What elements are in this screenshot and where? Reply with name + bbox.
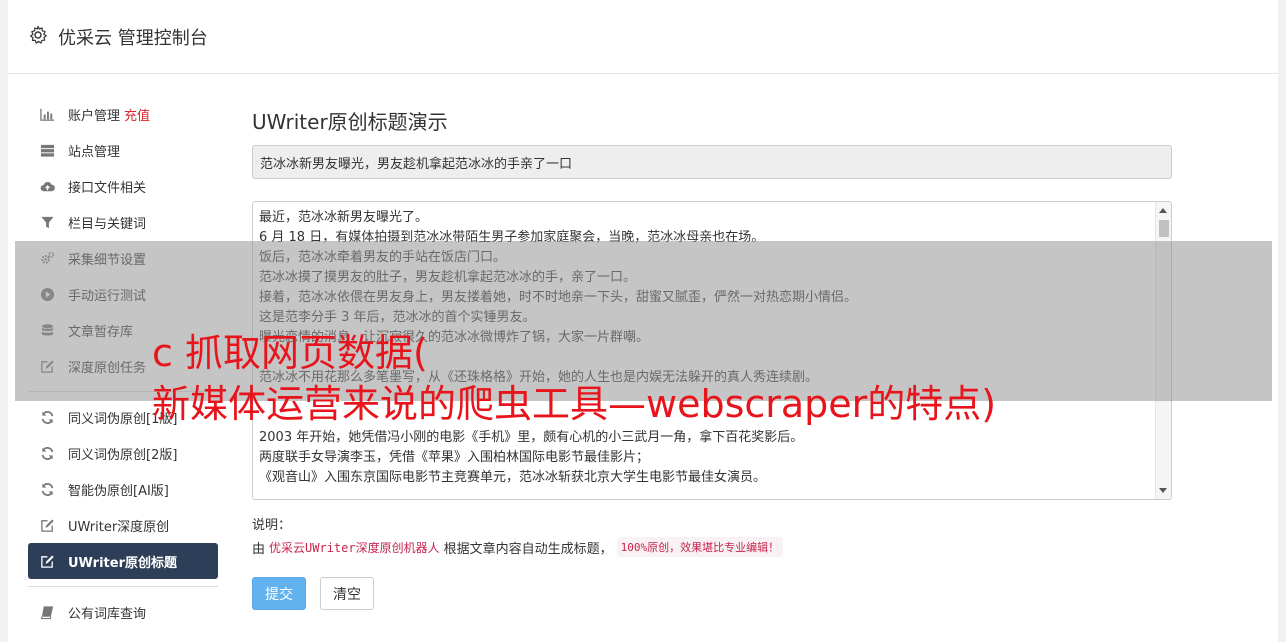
- main-panel: UWriter原创标题演示 范冰冰新男友曝光，男友趁机拿起范冰冰的手亲了一口 最…: [252, 100, 1172, 610]
- sidebar-item-1[interactable]: 账户管理 充值: [28, 96, 218, 132]
- sidebar-item-label: 智能伪原创[AI版]: [68, 483, 169, 499]
- sidebar-item-label: 公有词库查询: [68, 606, 147, 622]
- sidebar-item-2[interactable]: 站点管理: [28, 132, 218, 168]
- submit-button[interactable]: 提交: [252, 577, 306, 610]
- note-robot-name: 优采云UWriter深度原创机器人: [269, 540, 440, 555]
- scroll-thumb[interactable]: [1159, 220, 1169, 237]
- overlay-caption-line-2: 新媒体运营来说的爬虫工具—webscraper的特点): [152, 382, 997, 426]
- content-line: 2003 年开始，她凭借冯小刚的电影《手机》里，颇有心机的小三武月一角，拿下百花…: [259, 430, 804, 445]
- note-highlight: 100%原创，效果堪比专业编辑！: [616, 537, 784, 557]
- note-prefix: 由: [252, 541, 266, 557]
- sidebar-item-label: 站点管理: [68, 144, 121, 160]
- edit-icon: [39, 553, 56, 570]
- refresh-icon: [39, 445, 56, 462]
- edit-icon: [39, 517, 56, 534]
- gear-icon: [28, 25, 48, 45]
- scroll-down-arrow-icon[interactable]: [1159, 488, 1167, 493]
- sidebar-item-13[interactable]: UWriter原创标题: [28, 543, 218, 579]
- sidebar-item-label: 接口文件相关: [68, 180, 147, 196]
- sidebar-item-14[interactable]: 公有词库查询: [28, 594, 218, 630]
- sidebar-item-label: 账户管理: [68, 108, 121, 124]
- sidebar-item-11[interactable]: 智能伪原创[AI版]: [28, 471, 218, 507]
- clear-button[interactable]: 清空: [320, 577, 374, 610]
- sidebar-item-12[interactable]: UWriter深度原创: [28, 507, 218, 543]
- sidebar-item-label: 栏目与关键词: [68, 216, 147, 232]
- app-title: 优采云 管理控制台: [58, 28, 208, 49]
- title-input[interactable]: 范冰冰新男友曝光，男友趁机拿起范冰冰的手亲了一口: [252, 145, 1172, 179]
- bar-chart-icon: [39, 106, 56, 123]
- filter-icon: [39, 214, 56, 231]
- cloud-upload-icon: [39, 178, 56, 195]
- refresh-icon: [39, 409, 56, 426]
- sidebar-item-label: UWriter深度原创: [68, 519, 170, 535]
- server-icon: [39, 142, 56, 159]
- note-middle: 根据文章内容自动生成标题，: [443, 541, 613, 557]
- page-title: UWriter原创标题演示: [252, 110, 448, 134]
- sidebar-item-label: 同义词伪原创[2版]: [68, 447, 178, 463]
- sidebar-item-3[interactable]: 接口文件相关: [28, 168, 218, 204]
- book-icon: [39, 604, 56, 621]
- sidebar-item-label: UWriter原创标题: [68, 555, 177, 571]
- content-line: 两度联手女导演李玉，凭借《苹果》入围柏林国际电影节最佳影片；: [259, 450, 650, 465]
- content-line: 《观音山》入围东京国际电影节主竞赛单元，范冰冰斩获北京大学生电影节最佳女演员。: [259, 470, 767, 485]
- scroll-up-arrow-icon[interactable]: [1159, 208, 1167, 213]
- recharge-link[interactable]: 充值: [124, 105, 150, 124]
- sidebar-divider: [28, 586, 218, 587]
- overlay-caption: c 抓取网页数据( 新媒体运营来说的爬虫工具—webscraper的特点): [152, 328, 1262, 430]
- sidebar-item-4[interactable]: 栏目与关键词: [28, 204, 218, 240]
- header-bar: 优采云 管理控制台: [8, 0, 1278, 74]
- sidebar-item-10[interactable]: 同义词伪原创[2版]: [28, 435, 218, 471]
- note-description: 由 优采云UWriter深度原创机器人 根据文章内容自动生成标题， 100%原创…: [252, 537, 784, 557]
- refresh-icon: [39, 481, 56, 498]
- overlay-caption-line-1: c 抓取网页数据(: [152, 331, 428, 375]
- note-label: 说明：: [252, 518, 292, 533]
- content-line: 最近，范冰冰新男友曝光了。: [259, 210, 429, 225]
